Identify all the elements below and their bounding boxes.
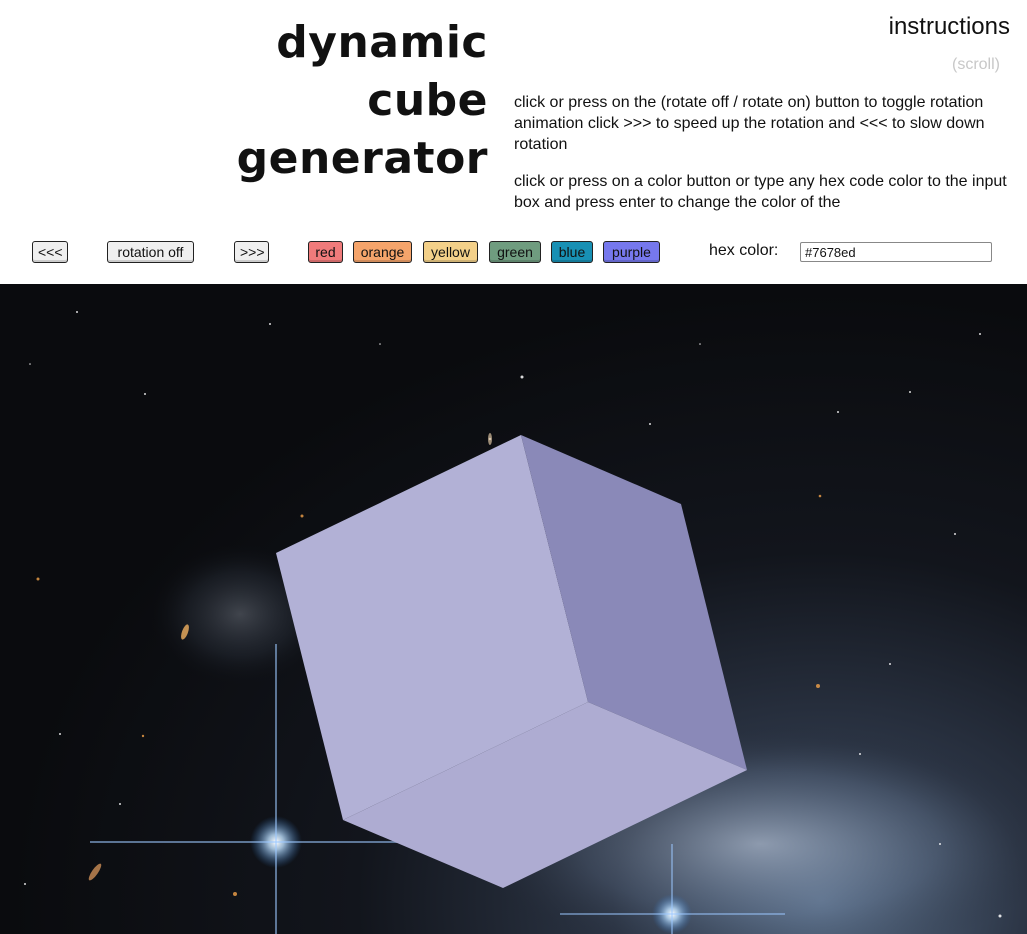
color-button-green[interactable]: green xyxy=(489,241,541,263)
instructions-paragraph-rotation: click or press on the (rotate off / rota… xyxy=(514,94,985,153)
header: dynamic cube generator instructions (scr… xyxy=(0,0,1027,284)
instructions-paragraph-color: click or press on a color button or type… xyxy=(514,173,1007,211)
hex-color-input[interactable] xyxy=(800,242,992,262)
instructions-heading: instructions xyxy=(888,13,1010,40)
instructions-scroll-box[interactable]: click or press on the (rotate off / rota… xyxy=(514,92,1014,212)
faster-button[interactable]: >>> xyxy=(234,241,269,263)
page-title: dynamic cube generator xyxy=(236,17,488,184)
color-button-purple[interactable]: purple xyxy=(603,241,660,263)
hex-color-label: hex color: xyxy=(709,242,779,259)
rotation-toggle-button[interactable]: rotation off xyxy=(107,241,194,263)
color-button-yellow[interactable]: yellow xyxy=(423,241,478,263)
color-button-orange[interactable]: orange xyxy=(353,241,412,263)
color-button-blue[interactable]: blue xyxy=(551,241,593,263)
cube xyxy=(276,435,747,888)
scroll-hint: (scroll) xyxy=(952,56,1000,73)
slower-button[interactable]: <<< xyxy=(32,241,68,263)
color-button-red[interactable]: red xyxy=(308,241,343,263)
cube-viewport xyxy=(0,284,1027,934)
